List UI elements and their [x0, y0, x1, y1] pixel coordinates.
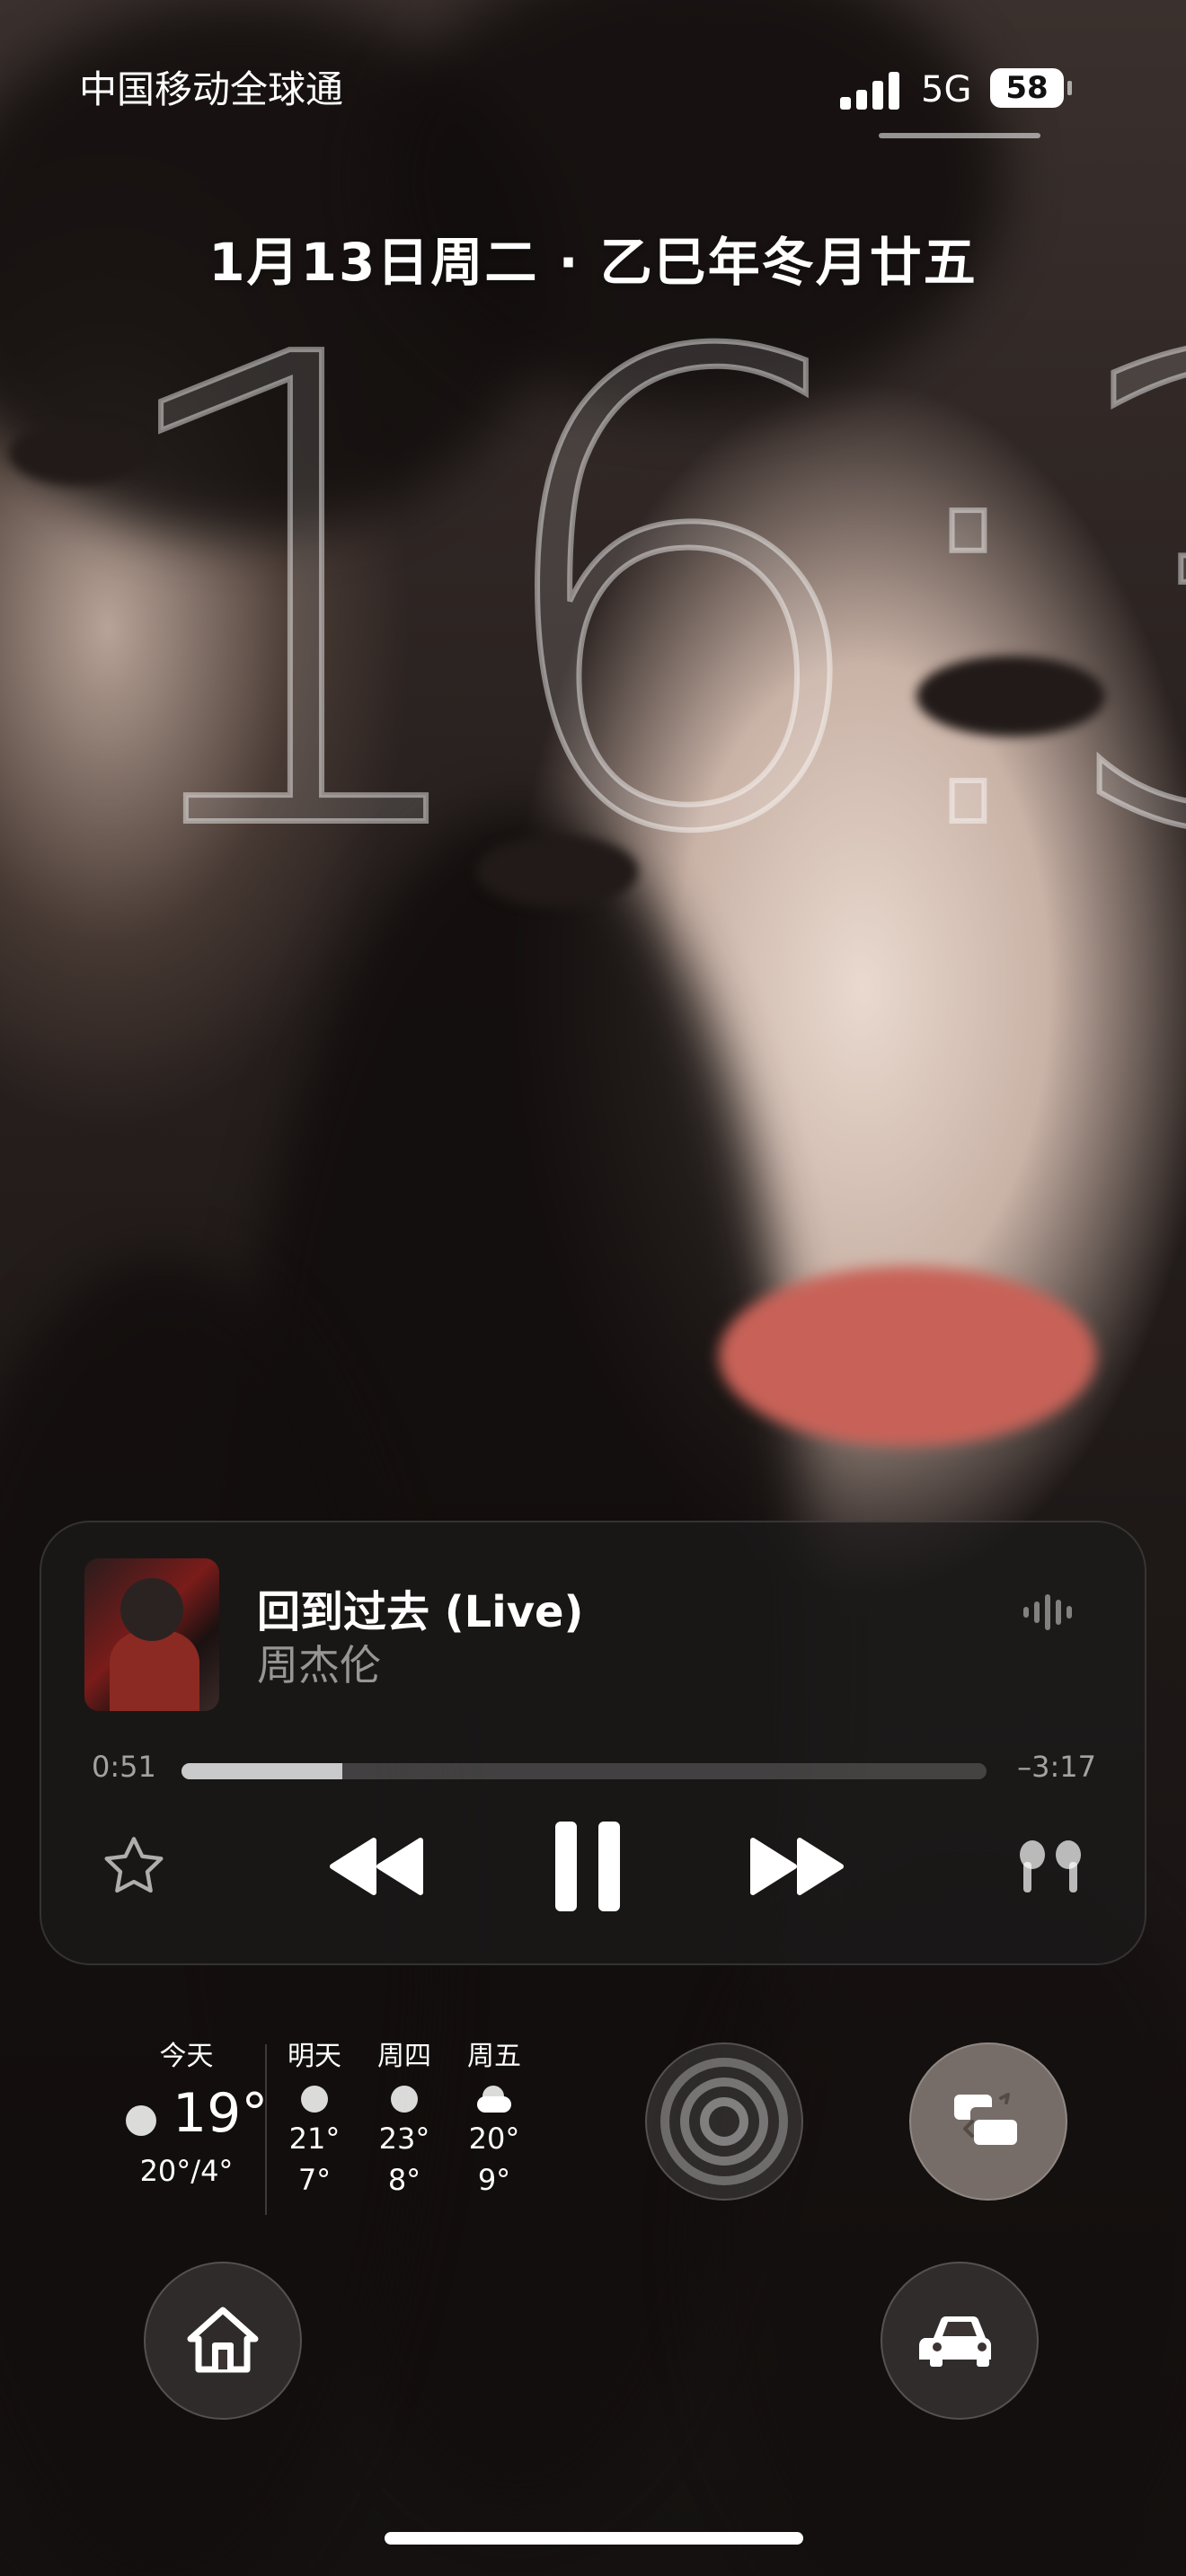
cellular-signal-icon — [840, 72, 899, 110]
song-artist: 周杰伦 — [257, 1641, 381, 1689]
screen-mirror-icon — [954, 2093, 1017, 2145]
weather-low: 7° — [297, 2163, 332, 2197]
control-center-grabber[interactable] — [879, 133, 1040, 138]
pause-button[interactable] — [538, 1822, 637, 1911]
status-bar: 中国移动全球通 5G 58 — [0, 63, 1186, 117]
weather-high: 21° — [288, 2122, 341, 2156]
sun-icon — [126, 2105, 156, 2136]
star-icon — [104, 1837, 164, 1893]
waveform-icon — [1023, 1594, 1083, 1630]
partly-cloudy-icon — [477, 2086, 511, 2113]
airpods-icon — [1020, 1840, 1081, 1892]
audio-output-button[interactable] — [1005, 1822, 1095, 1911]
weather-low: 9° — [477, 2163, 511, 2197]
weather-today: 今天 19° 20°/4° — [126, 2039, 268, 2192]
home-indicator[interactable] — [385, 2532, 803, 2545]
weather-high: 20° — [468, 2122, 520, 2156]
now-playing-widget[interactable]: 回到过去 (Live) 周杰伦 0:51 –3:17 — [40, 1521, 1146, 1965]
weather-low: 8° — [387, 2163, 421, 2197]
network-type: 5G — [921, 69, 972, 110]
playback-scrubber[interactable] — [181, 1763, 987, 1779]
album-art[interactable] — [84, 1558, 219, 1711]
home-icon — [187, 2307, 259, 2373]
weather-forecast-day: 周五 20° 9° — [463, 2039, 526, 2201]
sound-recognition-button[interactable] — [645, 2042, 803, 2201]
weather-high: 23° — [378, 2122, 430, 2156]
weather-current-temp: 19° — [173, 2082, 269, 2145]
weather-today-range: 20°/4° — [139, 2154, 234, 2188]
car-button[interactable] — [881, 2262, 1039, 2420]
next-track-button[interactable] — [730, 1822, 864, 1911]
elapsed-time: 0:51 — [92, 1750, 156, 1784]
weather-forecast-day: 明天 21° 7° — [283, 2039, 346, 2201]
song-title: 回到过去 (Live) — [257, 1587, 584, 1637]
favorite-button[interactable] — [89, 1822, 179, 1911]
sun-icon — [301, 2086, 328, 2113]
battery-tip — [1067, 81, 1072, 95]
battery-icon: 58 — [990, 68, 1064, 108]
weather-day-label: 今天 — [159, 2041, 214, 2072]
lock-screen-clock: 16:30 — [87, 221, 1186, 974]
weather-divider — [265, 2044, 267, 2215]
wallpaper-lips — [719, 1266, 1096, 1446]
home-button[interactable] — [144, 2262, 302, 2420]
previous-track-button[interactable] — [309, 1822, 444, 1911]
weather-day-label: 明天 — [288, 2041, 341, 2072]
fast-forward-icon — [750, 1838, 844, 1895]
sound-recognition-icon — [660, 2058, 788, 2185]
car-icon — [919, 2316, 992, 2367]
weather-day-label: 周四 — [377, 2041, 431, 2072]
weather-forecast-day: 周四 23° 8° — [373, 2039, 436, 2201]
carrier-name: 中国移动全球通 — [79, 67, 344, 111]
screen-mirror-button[interactable] — [909, 2042, 1067, 2201]
sun-icon — [391, 2086, 418, 2113]
weather-day-label: 周五 — [467, 2041, 521, 2072]
rewind-icon — [330, 1838, 423, 1895]
weather-widget[interactable]: 今天 19° 20°/4° 明天 21° 7° 周四 23° 8° 周五 20°… — [126, 2039, 548, 2219]
remaining-time: –3:17 — [1017, 1750, 1096, 1784]
playback-progress-fill — [181, 1763, 343, 1779]
pause-icon — [555, 1822, 620, 1911]
